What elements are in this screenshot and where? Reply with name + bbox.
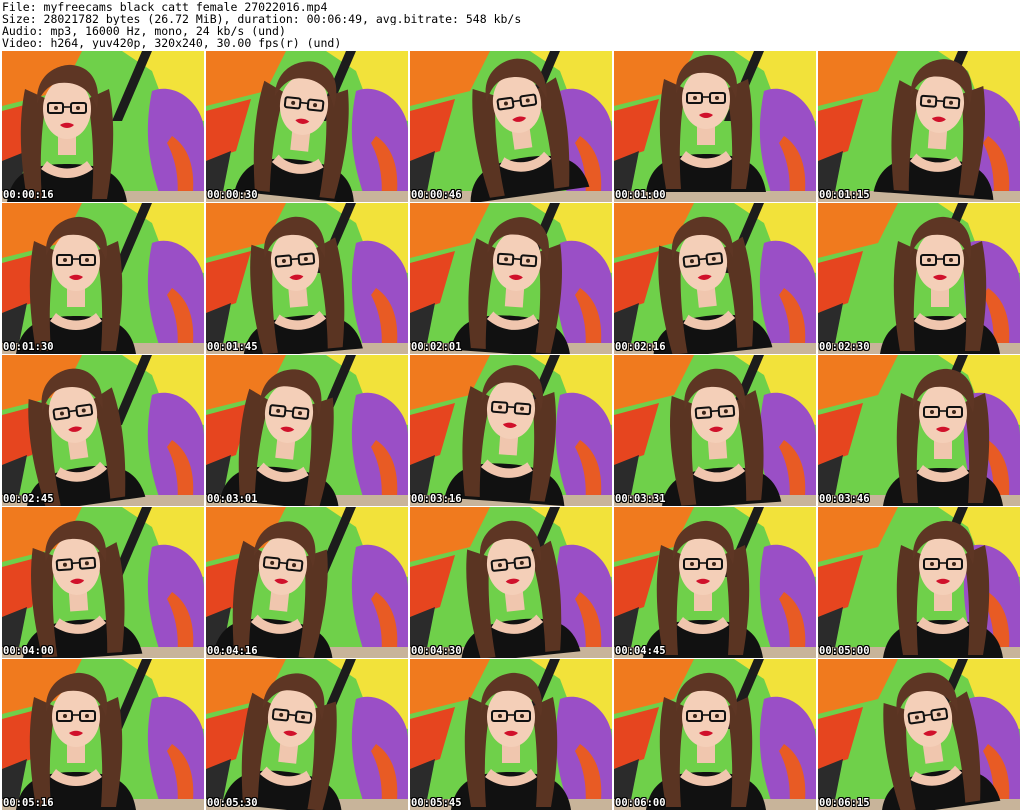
video-frame-thumbnail: 00:02:30	[818, 203, 1020, 354]
frame-image	[818, 659, 1020, 810]
video-frame-thumbnail: 00:05:00	[818, 507, 1020, 658]
video-frame-thumbnail: 00:06:15	[818, 659, 1020, 810]
video-frame-thumbnail: 00:05:45	[410, 659, 612, 810]
frame-timestamp: 00:04:30	[411, 645, 462, 657]
frame-image	[818, 203, 1020, 354]
frame-timestamp: 00:03:31	[615, 493, 666, 505]
video-frame-thumbnail: 00:06:00	[614, 659, 816, 810]
video-frame-thumbnail: 00:01:45	[206, 203, 408, 354]
video-frame-thumbnail: 00:00:30	[206, 51, 408, 202]
video-frame-thumbnail: 00:01:00	[614, 51, 816, 202]
frame-image	[614, 203, 816, 354]
frame-image	[818, 51, 1020, 202]
frame-image	[206, 659, 408, 810]
frame-image	[2, 51, 204, 202]
frame-image	[818, 507, 1020, 658]
file-size-line: Size: 28021782 bytes (26.72 MiB), durati…	[2, 13, 522, 25]
frame-timestamp: 00:05:00	[819, 645, 870, 657]
video-frame-thumbnail: 00:03:16	[410, 355, 612, 506]
frame-image	[2, 203, 204, 354]
frame-image	[206, 51, 408, 202]
frame-timestamp: 00:02:01	[411, 341, 462, 353]
frame-image	[2, 355, 204, 506]
frame-image	[410, 203, 612, 354]
frame-image	[614, 51, 816, 202]
video-frame-thumbnail: 00:04:30	[410, 507, 612, 658]
file-info-header: File: myfreecams_black_catt_female_27022…	[2, 1, 1020, 49]
frame-timestamp: 00:05:30	[207, 797, 258, 809]
frame-timestamp: 00:04:45	[615, 645, 666, 657]
video-frame-thumbnail: 00:01:30	[2, 203, 204, 354]
file-name-line: File: myfreecams_black_catt_female_27022…	[2, 1, 328, 13]
frame-image	[410, 355, 612, 506]
frame-timestamp: 00:04:00	[3, 645, 54, 657]
frame-timestamp: 00:04:16	[207, 645, 258, 657]
frame-timestamp: 00:01:15	[819, 189, 870, 201]
frame-image	[410, 51, 612, 202]
frame-image	[818, 355, 1020, 506]
frame-timestamp: 00:06:00	[615, 797, 666, 809]
video-frame-thumbnail: 00:05:16	[2, 659, 204, 810]
video-frame-thumbnail: 00:04:00	[2, 507, 204, 658]
video-frame-thumbnail: 00:04:45	[614, 507, 816, 658]
video-frame-thumbnail: 00:02:01	[410, 203, 612, 354]
frame-image	[614, 507, 816, 658]
frame-image	[410, 659, 612, 810]
frame-timestamp: 00:05:16	[3, 797, 54, 809]
video-frame-thumbnail: 00:03:46	[818, 355, 1020, 506]
frame-image	[206, 355, 408, 506]
frame-timestamp: 00:01:30	[3, 341, 54, 353]
audio-info-line: Audio: mp3, 16000 Hz, mono, 24 kb/s (und…	[2, 25, 286, 37]
frame-image	[206, 507, 408, 658]
video-frame-thumbnail: 00:05:30	[206, 659, 408, 810]
frame-timestamp: 00:01:00	[615, 189, 666, 201]
video-frame-thumbnail: 00:01:15	[818, 51, 1020, 202]
video-frame-thumbnail: 00:02:45	[2, 355, 204, 506]
frame-timestamp: 00:02:30	[819, 341, 870, 353]
video-frame-thumbnail: 00:00:46	[410, 51, 612, 202]
video-frame-thumbnail: 00:03:31	[614, 355, 816, 506]
video-frame-thumbnail: 00:02:16	[614, 203, 816, 354]
frame-timestamp: 00:02:16	[615, 341, 666, 353]
frame-timestamp: 00:03:46	[819, 493, 870, 505]
frame-image	[614, 355, 816, 506]
frame-image	[410, 507, 612, 658]
frame-timestamp: 00:05:45	[411, 797, 462, 809]
frame-timestamp: 00:03:16	[411, 493, 462, 505]
video-info-line: Video: h264, yuv420p, 320x240, 30.00 fps…	[2, 37, 342, 49]
frame-image	[2, 507, 204, 658]
thumbnail-grid: 00:00:16 00:00:30 00:00:46 00:01:00 00:01:15…	[2, 51, 1022, 811]
frame-timestamp: 00:00:30	[207, 189, 258, 201]
video-frame-thumbnail: 00:03:01	[206, 355, 408, 506]
frame-image	[2, 659, 204, 810]
frame-image	[206, 203, 408, 354]
frame-timestamp: 00:01:45	[207, 341, 258, 353]
video-frame-thumbnail: 00:04:16	[206, 507, 408, 658]
frame-timestamp: 00:02:45	[3, 493, 54, 505]
video-frame-thumbnail: 00:00:16	[2, 51, 204, 202]
frame-timestamp: 00:03:01	[207, 493, 258, 505]
frame-timestamp: 00:00:16	[3, 189, 54, 201]
frame-timestamp: 00:00:46	[411, 189, 462, 201]
frame-timestamp: 00:06:15	[819, 797, 870, 809]
frame-image	[614, 659, 816, 810]
